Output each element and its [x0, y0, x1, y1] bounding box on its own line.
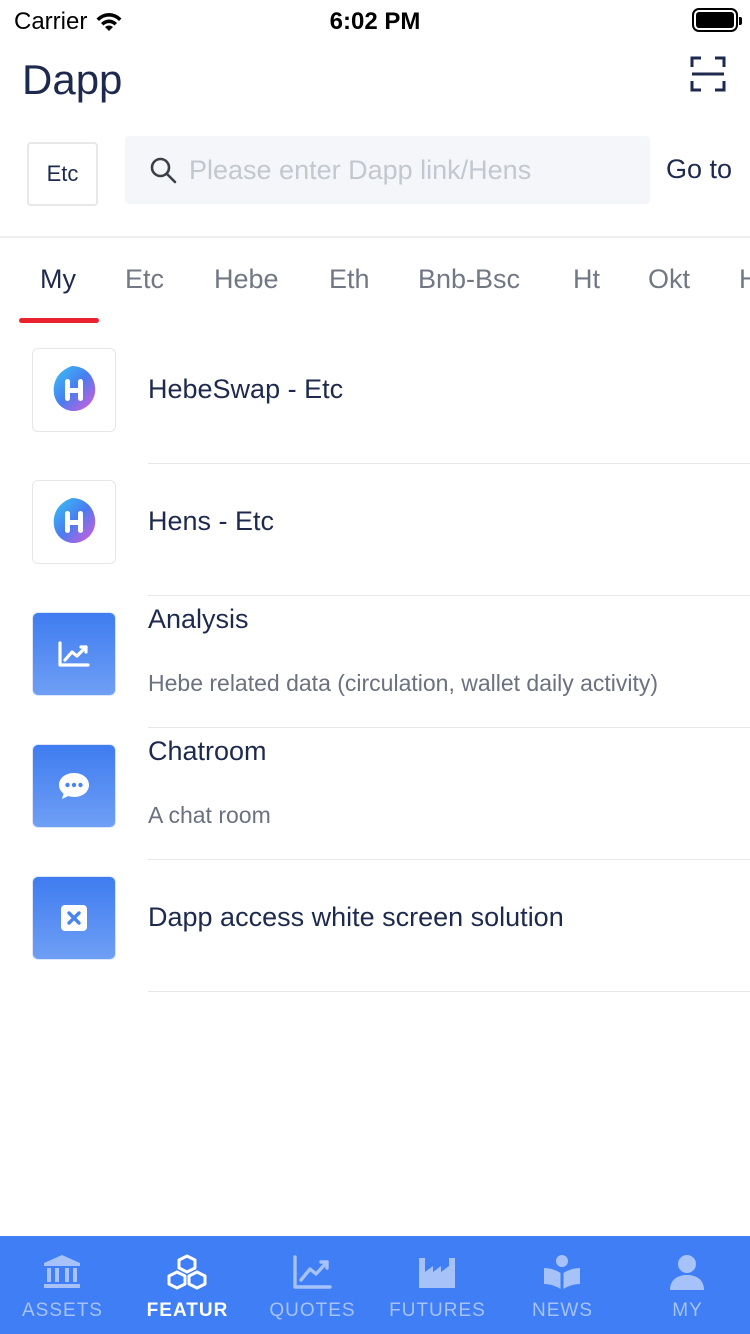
- factory-icon: [419, 1258, 455, 1288]
- tab-bar-news[interactable]: NEWS: [500, 1236, 625, 1334]
- battery-icon: [692, 8, 742, 32]
- scan-icon: [690, 56, 726, 92]
- tab-ht[interactable]: Ht: [573, 264, 600, 295]
- hebe-logo-icon: [32, 480, 116, 564]
- dapp-title: Chatroom: [148, 736, 267, 766]
- tab-bar-label: ASSETS: [22, 1300, 103, 1321]
- chat-bubble-icon: [32, 744, 116, 828]
- dapp-description: A chat room: [148, 802, 271, 828]
- tab-okt[interactable]: Okt: [648, 264, 690, 295]
- bank-icon: [44, 1255, 80, 1288]
- tab-bar-label: QUOTES: [269, 1300, 356, 1321]
- dapp-item-chatroom[interactable]: Chatroom A chat room: [0, 728, 750, 860]
- chain-selector-button[interactable]: Etc: [27, 142, 98, 206]
- hebe-logo-icon: [32, 348, 116, 432]
- dapp-title: HebeSwap - Etc: [148, 374, 344, 404]
- divider: [148, 991, 750, 992]
- search-icon: [150, 157, 177, 184]
- chart-icon: [32, 612, 116, 696]
- dapp-item-hens[interactable]: Hens - Etc: [0, 464, 750, 596]
- user-icon: [670, 1255, 704, 1290]
- tab-bar-label: NEWS: [532, 1300, 593, 1321]
- cubes-icon: [167, 1254, 207, 1290]
- tab-active-indicator: [19, 318, 99, 323]
- status-bar: Carrier 6:02 PM: [0, 0, 750, 40]
- chain-tabs: My Etc Hebe Eth Bnb-Bsc Ht Okt H: [0, 238, 750, 328]
- dapp-item-analysis[interactable]: Analysis Hebe related data (circulation,…: [0, 596, 750, 728]
- scan-button[interactable]: [690, 56, 726, 92]
- tab-my[interactable]: My: [40, 264, 76, 295]
- tab-h[interactable]: H: [739, 264, 750, 295]
- book-reader-icon: [544, 1255, 580, 1289]
- close-box-icon: [32, 876, 116, 960]
- dapp-description: Hebe related data (circulation, wallet d…: [148, 670, 659, 696]
- tab-bar-label: MY: [672, 1300, 703, 1321]
- dapp-title: Dapp access white screen solution: [148, 902, 564, 932]
- search-box[interactable]: [125, 136, 650, 204]
- tab-bnb-bsc[interactable]: Bnb-Bsc: [418, 264, 520, 295]
- dapp-item-white-screen-solution[interactable]: Dapp access white screen solution: [0, 860, 750, 992]
- tab-bar-label: FEATUR: [146, 1300, 229, 1321]
- tab-hebe[interactable]: Hebe: [214, 264, 279, 295]
- tab-bar-quotes[interactable]: QUOTES: [250, 1236, 375, 1334]
- search-input[interactable]: [189, 154, 629, 186]
- page-title: Dapp: [22, 56, 123, 103]
- tab-bar-featur[interactable]: FEATUR: [125, 1236, 250, 1334]
- clock: 6:02 PM: [329, 8, 421, 35]
- trend-chart-icon: [293, 1255, 332, 1289]
- dapp-title: Hens - Etc: [148, 506, 275, 536]
- bottom-tab-bar: ASSETS FEATUR QUOTES FUTURES NEWS MY: [0, 1236, 750, 1334]
- tab-bar-label: FUTURES: [389, 1300, 486, 1321]
- tab-bar-assets[interactable]: ASSETS: [0, 1236, 125, 1334]
- go-to-button[interactable]: Go to: [666, 154, 732, 185]
- dapp-title: Analysis: [148, 604, 249, 634]
- tab-bar-my[interactable]: MY: [625, 1236, 750, 1334]
- tab-bar-futures[interactable]: FUTURES: [375, 1236, 500, 1334]
- tab-eth[interactable]: Eth: [329, 264, 370, 295]
- tab-etc[interactable]: Etc: [125, 264, 164, 295]
- dapp-item-hebeswap[interactable]: HebeSwap - Etc: [0, 332, 750, 464]
